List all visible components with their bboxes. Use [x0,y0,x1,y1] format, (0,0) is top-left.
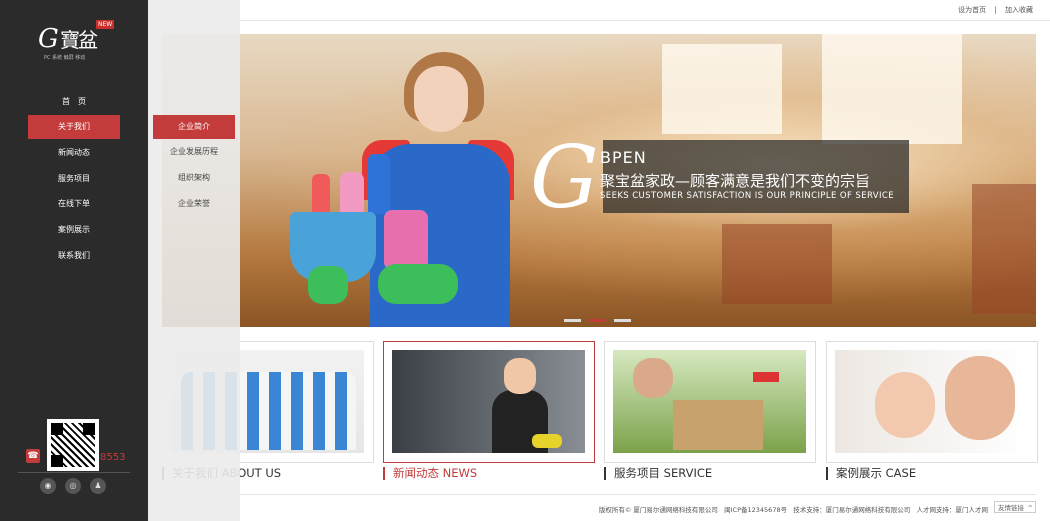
nav-item-contact[interactable]: 联系我们 [28,243,120,269]
green-glove [308,266,348,304]
footer-divider [162,494,1036,495]
footer-copyright: 版权所有© 厦门易尔通网络科技有限公司 [598,506,718,514]
slider-dot[interactable] [614,319,631,322]
subnav-item-history[interactable]: 企业发展历程 [153,140,235,164]
nav-item-about[interactable]: 关于我们 [28,114,120,139]
nav-item-cases[interactable]: 案例展示 [28,217,120,243]
card-title-service[interactable]: 服务项目 SERVICE [604,467,712,480]
card-title-case[interactable]: 案例展示 CASE [826,467,916,480]
background-shelf [972,184,1036,314]
green-glove [378,264,458,304]
subnav-item-honors[interactable]: 企业荣誉 [153,192,235,216]
card-title-news[interactable]: 新闻动态 NEWS [383,467,477,480]
cleaning-bottle [312,174,330,216]
mother-baby-photo [835,350,1028,453]
background-shelf [722,224,832,304]
banner-title: BPEN [600,148,647,167]
banner-slogan-cn: 聚宝盆家政—顾客满意是我们不变的宗旨 [600,172,871,190]
logo-chinese: 寶盆 [60,28,98,52]
set-home-link[interactable]: 设为首页 [958,6,986,14]
phone-icon: ☎ [26,449,40,463]
window-light [662,44,782,134]
footer-icp[interactable]: 闽ICP备12345678号 [724,506,787,514]
card-news[interactable] [383,341,595,463]
sidebar-divider [18,472,130,473]
qr-code [47,419,99,471]
hero-banner[interactable]: G BPEN 聚宝盆家政—顾客满意是我们不变的宗旨 SEEKS CUSTOMER… [162,34,1036,327]
top-links: 设为首页 | 加入收藏 [955,5,1036,15]
window-light [822,34,962,144]
nav-item-order[interactable]: 在线下单 [28,191,120,217]
main-nav: 首 页 关于我们 新闻动态 服务项目 在线下单 案例展示 联系我们 [0,89,148,268]
footer-talent-support[interactable]: 人才网支持：厦门人才网 [917,506,989,514]
cleaning-bottle [368,154,390,214]
subnav-item-profile[interactable]: 企业简介 [153,115,235,139]
card-service[interactable] [604,341,816,463]
add-favorite-link[interactable]: 加入收藏 [1005,6,1033,14]
subnav-item-structure[interactable]: 组织架构 [153,166,235,190]
slider-dots [564,311,639,325]
card-case[interactable] [826,341,1038,463]
wechat-icon[interactable]: ◎ [65,478,81,494]
banner-slogan-en: SEEKS CUSTOMER SATISFACTION IS OUR PRINC… [600,191,895,201]
slider-dot[interactable] [564,319,581,322]
footer-tech-support[interactable]: 技术支持：厦门易尔通网络科技有限公司 [793,506,910,514]
new-badge: NEW [96,20,115,29]
logo-subtitle: PC 系统 触屏 移动 [44,55,86,61]
phone-number: 8553 [100,452,126,463]
banner-logo-letter: G [530,128,599,228]
weibo-icon[interactable]: ◉ [40,478,56,494]
nav-item-news[interactable]: 新闻动态 [28,140,120,166]
site-logo[interactable]: G 寶盆 NEW PC 系统 触屏 移动 [38,18,115,64]
nav-item-services[interactable]: 服务项目 [28,166,120,192]
slider-dot-active[interactable] [589,319,606,322]
logo-letter: G [38,24,59,54]
qq-icon[interactable]: ♟ [90,478,106,494]
sub-nav-panel: 企业简介 企业发展历程 组织架构 企业荣誉 [148,0,240,521]
footer-text: 版权所有© 厦门易尔通网络科技有限公司 闽ICP备12345678号 技术支持：… [599,504,988,514]
friend-links-select[interactable]: 友情链接 ^ [994,501,1036,513]
top-divider: | [994,6,997,14]
chevron-up-icon: ^ [1027,504,1033,512]
nav-item-home[interactable]: 首 页 [28,89,120,115]
friend-links-label: 友情链接 [998,504,1024,512]
kitchen-photo [392,350,585,453]
cleaning-cloth [384,210,428,270]
top-bar: 设为首页 | 加入收藏 [148,0,1050,21]
moving-photo [613,350,806,453]
woman-face [414,66,468,132]
sidebar: G 寶盆 NEW PC 系统 触屏 移动 首 页 关于我们 新闻动态 服务项目 … [0,0,148,521]
